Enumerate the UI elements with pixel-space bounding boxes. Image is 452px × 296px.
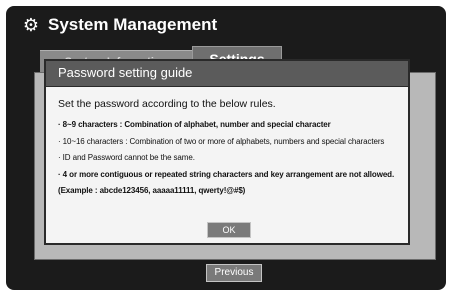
ok-button[interactable]: OK bbox=[207, 222, 251, 238]
dialog-body: Set the password according to the below … bbox=[46, 87, 408, 243]
title-bar: ⚙ System Management bbox=[6, 6, 446, 44]
previous-button[interactable]: Previous bbox=[206, 264, 262, 282]
password-rule-id-different: · ID and Password cannot be the same. bbox=[58, 153, 195, 162]
password-rule-example: (Example : abcde123456, aaaaa11111, qwer… bbox=[58, 186, 246, 195]
gear-icon: ⚙ bbox=[22, 15, 40, 35]
password-rule-length-10-16: · 10~16 characters : Combination of two … bbox=[58, 137, 385, 146]
password-rule-length-8-9: · 8~9 characters : Combination of alphab… bbox=[58, 120, 331, 129]
dialog-intro-text: Set the password according to the below … bbox=[58, 98, 276, 110]
dialog-title: Password setting guide bbox=[58, 65, 193, 80]
password-rule-no-sequences: · 4 or more contiguous or repeated strin… bbox=[58, 170, 395, 179]
dialog-header: Password setting guide bbox=[46, 61, 408, 87]
password-guide-dialog: Password setting guide Set the password … bbox=[44, 59, 410, 245]
window-title: System Management bbox=[48, 15, 218, 34]
